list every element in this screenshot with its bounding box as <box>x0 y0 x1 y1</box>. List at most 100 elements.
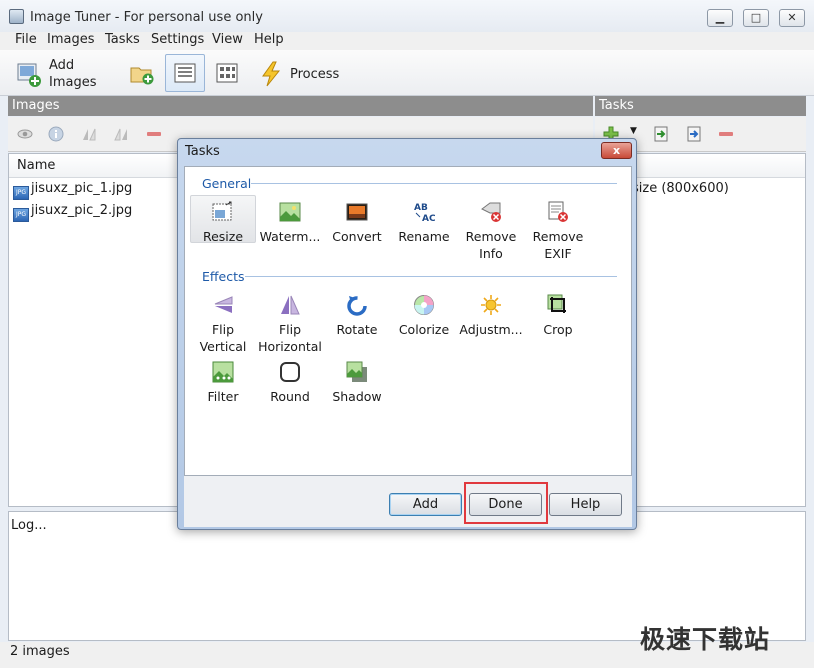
task-rotate[interactable]: Rotate <box>324 288 390 337</box>
task-label: Crop <box>543 322 573 337</box>
lightning-icon <box>262 61 281 87</box>
tasks-panel-header: Tasks <box>595 96 806 116</box>
task-row[interactable]: size (800x600) <box>632 181 729 201</box>
adjustments-icon <box>481 295 501 315</box>
task-rename[interactable]: AB AC Rename <box>391 195 457 244</box>
flip-vertical-icon <box>214 296 233 313</box>
task-watermark[interactable]: Waterm... <box>257 195 323 244</box>
task-filter[interactable]: Filter <box>190 355 256 404</box>
view-thumbnails-button[interactable] <box>210 54 244 92</box>
rotate-right-icon[interactable] <box>113 126 129 142</box>
add-folder-icon <box>130 67 154 85</box>
remove-image-icon[interactable] <box>146 126 162 142</box>
dialog-title: Tasks <box>185 144 220 159</box>
log-text: Log... <box>11 518 47 533</box>
task-label: Convert <box>332 229 382 244</box>
task-label: Flip Horizontal <box>258 322 322 354</box>
file-name: jisuxz_pic_1.jpg <box>31 181 133 196</box>
effects-group-line <box>245 276 617 277</box>
minimize-icon: ▁ <box>715 11 725 24</box>
file-row[interactable]: JPG jisuxz_pic_2.jpg <box>13 203 132 223</box>
info-icon[interactable] <box>48 126 64 142</box>
file-row[interactable]: JPG jisuxz_pic_1.jpg <box>13 181 132 201</box>
task-label: Remove Info <box>465 229 517 261</box>
import-tasks-icon[interactable] <box>653 126 669 142</box>
add-folder-button[interactable] <box>124 54 158 92</box>
menu-view[interactable]: View <box>212 32 243 48</box>
app-icon <box>9 9 24 24</box>
shadow-icon <box>346 361 367 382</box>
preview-eye-icon[interactable] <box>17 126 33 142</box>
task-label: Resize <box>202 229 244 244</box>
task-round[interactable]: Round <box>257 355 323 404</box>
add-images-button[interactable]: Add Images <box>10 54 98 92</box>
status-text: 2 images <box>10 644 70 659</box>
general-group-line <box>251 183 617 184</box>
rotate-left-icon[interactable] <box>81 126 97 142</box>
name-column-label: Name <box>17 158 56 173</box>
details-view-icon <box>174 63 196 83</box>
jpg-file-icon: JPG <box>13 208 29 222</box>
task-label: Rotate <box>336 322 378 337</box>
dialog-body: General Resize Waterm... Convert AB AC Re… <box>184 166 632 527</box>
help-button[interactable]: Help <box>549 493 622 516</box>
add-images-label-1: Add <box>49 58 75 73</box>
task-label: Remove EXIF <box>532 229 584 261</box>
task-remove-info[interactable]: Remove Info <box>458 195 524 261</box>
jpg-file-icon: JPG <box>13 186 29 200</box>
thumbnails-view-icon <box>216 63 238 83</box>
watermark-icon <box>279 202 301 222</box>
maximize-button[interactable]: □ <box>743 9 769 27</box>
round-icon <box>280 362 300 382</box>
task-label: Round <box>270 389 310 404</box>
task-shadow[interactable]: Shadow <box>324 355 390 404</box>
task-label: Flip Vertical <box>199 322 247 354</box>
remove-exif-icon <box>548 201 568 222</box>
process-button[interactable]: Process <box>254 54 344 92</box>
task-label: Waterm... <box>259 229 321 244</box>
task-colorize[interactable]: Colorize <box>391 288 457 337</box>
file-name: jisuxz_pic_2.jpg <box>31 203 133 218</box>
task-remove-exif[interactable]: Remove EXIF <box>525 195 591 261</box>
task-label: Colorize <box>398 322 450 337</box>
site-watermark: 极速下载站 <box>640 625 771 654</box>
close-icon: ✕ <box>787 11 797 24</box>
main-toolbar: Add Images Process <box>0 50 814 96</box>
general-group-label: General <box>202 176 252 191</box>
task-flip-vertical[interactable]: Flip Vertical <box>190 288 256 354</box>
menu-settings[interactable]: Settings <box>151 32 204 48</box>
task-resize[interactable]: Resize <box>190 195 256 244</box>
filter-icon <box>212 361 234 383</box>
task-label: Filter <box>207 389 239 404</box>
convert-icon <box>346 203 368 221</box>
close-icon: x <box>612 144 621 157</box>
add-images-icon <box>17 63 41 87</box>
add-task-button[interactable]: Add <box>389 493 462 516</box>
dialog-close-button[interactable]: x <box>601 142 632 159</box>
minimize-button[interactable]: ▁ <box>707 9 733 27</box>
close-window-button[interactable]: ✕ <box>779 9 805 27</box>
svg-text:AB: AB <box>414 203 428 213</box>
crop-icon <box>547 294 566 313</box>
menu-images[interactable]: Images <box>47 32 95 48</box>
view-details-button[interactable] <box>165 54 205 92</box>
task-adjustments[interactable]: Adjustm... <box>458 288 524 337</box>
remove-task-icon[interactable] <box>718 126 734 142</box>
add-task-dropdown-icon[interactable]: ▼ <box>630 126 637 136</box>
export-tasks-icon[interactable] <box>686 126 702 142</box>
remove-info-icon <box>481 202 501 222</box>
maximize-icon: □ <box>750 11 762 24</box>
images-panel-header: Images <box>8 96 593 116</box>
task-convert[interactable]: Convert <box>324 195 390 244</box>
task-crop[interactable]: Crop <box>525 288 591 337</box>
menu-file[interactable]: File <box>15 32 37 48</box>
menu-help[interactable]: Help <box>254 32 284 48</box>
done-highlight-box <box>464 482 548 524</box>
menu-bar: File Images Tasks Settings View Help <box>0 32 814 50</box>
title-bar: Image Tuner - For personal use only ▁ □ … <box>0 0 814 32</box>
task-flip-horizontal[interactable]: Flip Horizontal <box>257 288 323 354</box>
rotate-icon <box>347 296 367 316</box>
process-label: Process <box>290 67 340 82</box>
menu-tasks[interactable]: Tasks <box>105 32 140 48</box>
flip-horizontal-icon <box>281 295 300 315</box>
